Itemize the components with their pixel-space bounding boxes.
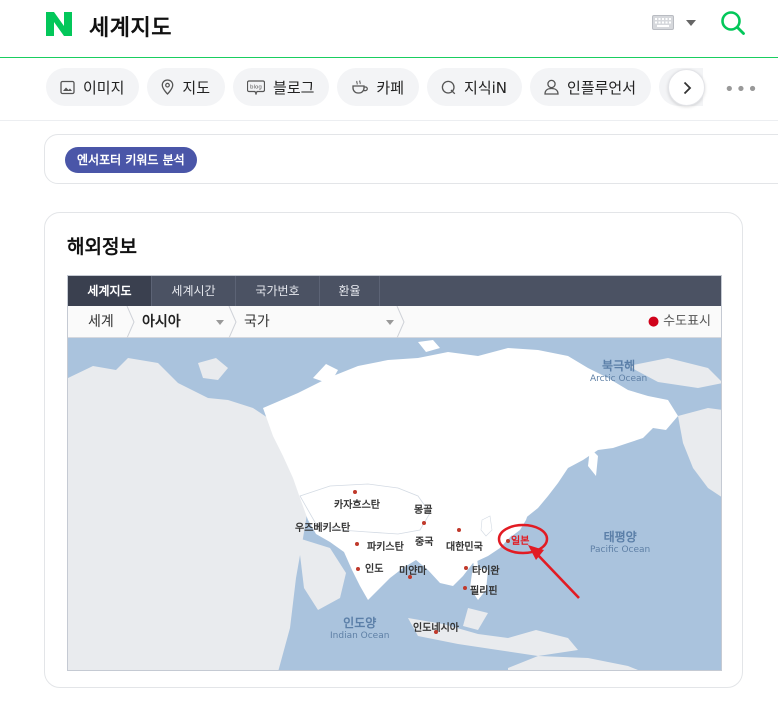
section-title: 해외정보 bbox=[67, 236, 137, 258]
cafe-icon bbox=[352, 80, 369, 94]
tab-label: 블로그 bbox=[273, 78, 315, 97]
tabs-next-button[interactable] bbox=[668, 69, 705, 106]
capital-toggle[interactable]: ● 수도표시 bbox=[648, 306, 711, 338]
capital-dot-icon: ● bbox=[647, 314, 660, 329]
tab-cafe[interactable]: 카페 bbox=[337, 68, 420, 106]
tab-map[interactable]: 지도 bbox=[147, 68, 226, 106]
breadcrumb-separator-icon bbox=[228, 306, 237, 338]
ocean-label-ko: 인도양 bbox=[343, 616, 377, 630]
tab-world-map[interactable]: 세계지도 bbox=[68, 276, 152, 306]
country-label[interactable]: 미얀마 bbox=[399, 562, 427, 577]
divider bbox=[0, 120, 778, 121]
tab-label: 지식iN bbox=[464, 78, 508, 97]
keyboard-icon[interactable] bbox=[652, 15, 674, 30]
country-label[interactable]: 우즈베키스탄 bbox=[295, 519, 350, 534]
capital-dot bbox=[457, 528, 461, 532]
ocean-label-pacific: 태평양 Pacific Ocean bbox=[590, 528, 650, 555]
search-tabs: 이미지 지도 blog 블로그 카페 지식iN 인플루언서 bbox=[46, 68, 704, 108]
naver-logo[interactable] bbox=[46, 12, 72, 36]
country-label[interactable]: 타이완 bbox=[472, 562, 500, 577]
tab-blog[interactable]: blog 블로그 bbox=[233, 68, 330, 106]
capital-dot bbox=[355, 542, 359, 546]
ocean-label-en: Pacific Ocean bbox=[590, 545, 651, 555]
country-select[interactable]: 국가 bbox=[244, 306, 270, 338]
more-icon[interactable]: ••• bbox=[724, 79, 759, 100]
page-title: 세계지도 bbox=[89, 16, 172, 41]
tab-label: 카페 bbox=[376, 78, 405, 97]
keyword-analysis-button[interactable]: 엔서포터 키워드 분석 bbox=[65, 147, 197, 173]
ocean-label-arctic: 북극해 Arctic Ocean bbox=[590, 357, 647, 384]
person-icon bbox=[544, 79, 559, 95]
capital-dot bbox=[353, 490, 357, 494]
country-label[interactable]: 몽골 bbox=[414, 501, 432, 516]
breadcrumb-separator-icon bbox=[396, 306, 405, 338]
chevron-down-icon[interactable] bbox=[686, 20, 696, 26]
country-label[interactable]: 파키스탄 bbox=[367, 538, 404, 553]
country-label[interactable]: 카자흐스탄 bbox=[334, 496, 380, 511]
red-arrow bbox=[535, 552, 580, 599]
world-map[interactable]: 카자흐스탄 몽골 우즈베키스탄 파키스탄 중국 대한민국 일본 인도 미얀마 타… bbox=[68, 338, 721, 670]
ocean-label-en: Indian Ocean bbox=[330, 631, 390, 641]
svg-text:blog: blog bbox=[250, 84, 262, 90]
ocean-label-en: Arctic Ocean bbox=[590, 374, 648, 384]
map-pin-icon bbox=[162, 79, 174, 95]
ocean-label-ko: 북극해 bbox=[602, 359, 636, 373]
country-label[interactable]: 인도 bbox=[365, 560, 383, 575]
knowledge-icon bbox=[441, 80, 456, 94]
chevron-down-icon[interactable] bbox=[216, 320, 224, 325]
blog-icon: blog bbox=[247, 79, 266, 95]
tab-label: 인플루언서 bbox=[567, 78, 637, 97]
breadcrumb-world[interactable]: 세계 bbox=[88, 306, 114, 338]
tab-label: 지도 bbox=[182, 78, 211, 97]
capital-dot bbox=[463, 586, 467, 590]
chevron-down-icon[interactable] bbox=[386, 320, 394, 325]
capital-dot bbox=[506, 539, 510, 543]
capital-dot bbox=[422, 521, 426, 525]
tab-knowledge-in[interactable]: 지식iN bbox=[427, 68, 523, 106]
country-label[interactable]: 대한민국 bbox=[446, 538, 483, 553]
ocean-label-ko: 태평양 bbox=[603, 530, 637, 544]
breadcrumb-separator-icon bbox=[126, 306, 135, 338]
tab-image[interactable]: 이미지 bbox=[46, 68, 140, 106]
search-icon[interactable] bbox=[720, 10, 746, 36]
keyword-card: 엔서포터 키워드 분석 bbox=[44, 134, 778, 184]
image-icon bbox=[60, 80, 75, 94]
country-label[interactable]: 필리핀 bbox=[470, 582, 498, 597]
widget-tabs: 세계지도 세계시간 국가번호 환율 bbox=[68, 276, 721, 306]
tab-world-time[interactable]: 세계시간 bbox=[152, 276, 236, 306]
region-select[interactable]: 아시아 bbox=[142, 306, 181, 338]
capital-dot bbox=[434, 630, 438, 634]
country-label-japan[interactable]: 일본 bbox=[511, 532, 529, 547]
capital-toggle-label: 수도표시 bbox=[663, 314, 711, 329]
capital-dot bbox=[356, 567, 360, 571]
ocean-label-indian: 인도양 Indian Ocean bbox=[330, 614, 389, 641]
map-graphic bbox=[68, 340, 721, 670]
tab-label: 이미지 bbox=[83, 78, 125, 97]
tab-country-code[interactable]: 국가번호 bbox=[236, 276, 320, 306]
capital-dot bbox=[464, 566, 468, 570]
chevron-right-icon bbox=[683, 81, 691, 94]
header: 세계지도 bbox=[0, 0, 778, 58]
capital-dot bbox=[408, 575, 412, 579]
tab-influencer[interactable]: 인플루언서 bbox=[530, 68, 652, 106]
map-navigation: 세계 아시아 국가 ● 수도표시 bbox=[68, 306, 721, 338]
world-map-widget: 세계지도 세계시간 국가번호 환율 세계 아시아 국가 ● 수도표시 카자흐스탄… bbox=[67, 275, 722, 671]
country-label[interactable]: 중국 bbox=[415, 533, 433, 548]
tab-exchange-rate[interactable]: 환율 bbox=[320, 276, 380, 306]
overseas-info-card: 해외정보 세계지도 세계시간 국가번호 환율 세계 아시아 국가 ●수도표시 bbox=[44, 212, 743, 688]
